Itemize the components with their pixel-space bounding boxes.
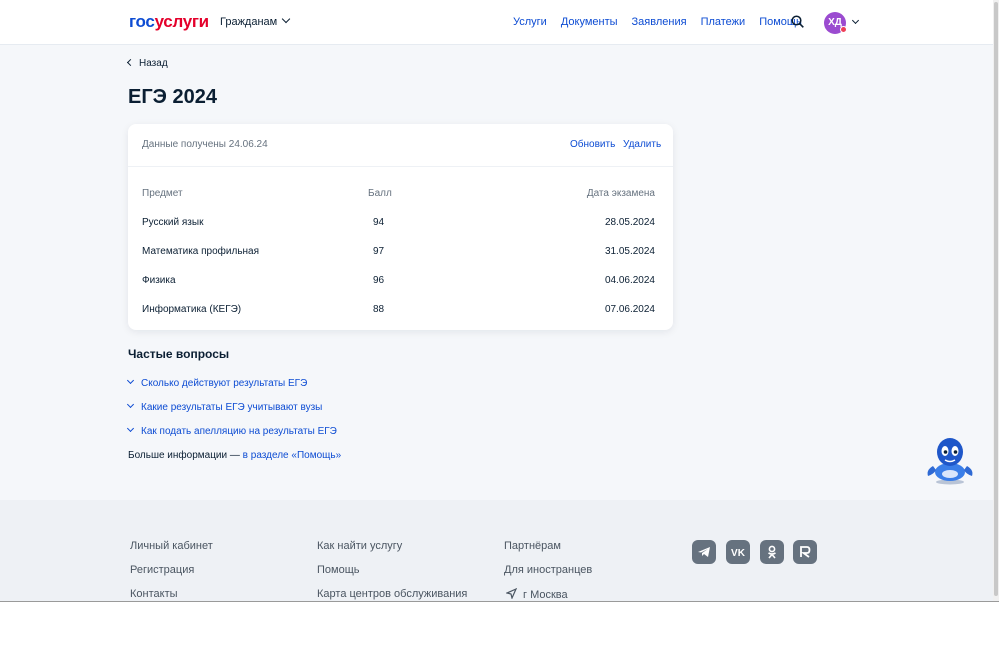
faq-title: Частые вопросы xyxy=(128,347,230,361)
faq-item[interactable]: Сколько действуют результаты ЕГЭ xyxy=(126,376,308,389)
location-arrow-icon xyxy=(505,587,518,600)
vertical-scrollbar[interactable] xyxy=(993,0,999,601)
chevron-left-icon xyxy=(126,58,135,67)
faq-question: Какие результаты ЕГЭ учитывают вузы xyxy=(141,402,323,413)
footer-link-service-centers-map[interactable]: Карта центров обслуживания xyxy=(317,588,467,600)
nav-services[interactable]: Услуги xyxy=(513,16,547,28)
more-info-text: Больше информации — в разделе «Помощь» xyxy=(128,450,341,461)
footer-link-cabinet[interactable]: Личный кабинет xyxy=(130,540,213,552)
logo-part-gos: гос xyxy=(129,12,155,31)
column-header-subject: Предмет xyxy=(142,188,183,199)
user-avatar[interactable]: ХД xyxy=(824,12,847,34)
faq-question: Сколько действуют результаты ЕГЭ xyxy=(141,378,308,389)
table-row-subject: Информатика (КЕГЭ) xyxy=(142,304,242,315)
telegram-icon[interactable] xyxy=(692,540,716,564)
table-row-date: 28.05.2024 xyxy=(604,217,655,228)
table-row-score: 88 xyxy=(373,304,385,315)
notification-dot xyxy=(840,26,847,33)
footer-link-registration[interactable]: Регистрация xyxy=(130,564,194,576)
exam-results-card: Данные получены 24.06.24 Обновить Удалит… xyxy=(128,124,673,330)
chevron-down-icon xyxy=(126,400,135,409)
more-info-prefix: Больше информации — xyxy=(128,450,243,461)
location-selector[interactable]: г Москва xyxy=(505,587,568,601)
nav-documents[interactable]: Документы xyxy=(561,16,618,28)
browser-viewport: госуслуги Гражданам Услуги Документы Заявл… xyxy=(0,0,993,601)
table-row-score: 97 xyxy=(373,246,385,257)
delete-button[interactable]: Удалить xyxy=(623,139,661,150)
table-row-subject: Математика профильная xyxy=(142,246,260,257)
page-title: ЕГЭ 2024 xyxy=(128,86,217,108)
footer-link-contacts[interactable]: Контакты xyxy=(130,588,178,600)
footer-link-partners[interactable]: Партнёрам xyxy=(504,540,561,552)
chevron-down-icon xyxy=(281,14,291,24)
site-header: госуслуги Гражданам Услуги Документы Заявл… xyxy=(0,0,993,45)
svg-text:VK: VK xyxy=(731,548,746,559)
back-label: Назад xyxy=(139,58,168,69)
role-selector[interactable]: Гражданам xyxy=(220,14,291,28)
role-selector-label: Гражданам xyxy=(220,16,278,28)
blank-area xyxy=(0,601,999,647)
refresh-button[interactable]: Обновить xyxy=(570,139,615,150)
column-header-date: Дата экзамена xyxy=(586,188,655,199)
location-label: г Москва xyxy=(523,589,568,601)
nav-payments[interactable]: Платежи xyxy=(701,16,746,28)
main-nav: Услуги Документы Заявления Платежи Помощь xyxy=(513,16,816,28)
chevron-down-icon xyxy=(126,424,135,433)
table-row-score: 94 xyxy=(373,217,385,228)
faq-item[interactable]: Как подать апелляцию на результаты ЕГЭ xyxy=(126,424,337,437)
chevron-down-icon xyxy=(126,376,135,385)
data-received-text: Данные получены 24.06.24 xyxy=(142,139,268,150)
scrollbar-thumb[interactable] xyxy=(994,2,998,596)
robot-assistant-icon[interactable] xyxy=(924,434,976,486)
site-footer: Личный кабинет Регистрация Контакты Как … xyxy=(0,500,993,601)
table-row-date: 04.06.2024 xyxy=(604,275,655,286)
divider xyxy=(128,166,673,167)
rutube-icon[interactable] xyxy=(793,540,817,564)
vk-icon[interactable]: VK xyxy=(726,540,750,564)
search-icon[interactable] xyxy=(791,15,804,28)
table-row-subject: Русский язык xyxy=(142,217,204,228)
footer-link-help[interactable]: Помощь xyxy=(317,564,360,576)
table-row-date: 07.06.2024 xyxy=(604,304,655,315)
faq-item[interactable]: Какие результаты ЕГЭ учитывают вузы xyxy=(126,400,323,413)
footer-link-foreigners[interactable]: Для иностранцев xyxy=(504,564,592,576)
help-section-link[interactable]: в разделе «Помощь» xyxy=(243,450,341,461)
table-row-subject: Физика xyxy=(142,275,176,286)
back-link[interactable]: Назад xyxy=(126,58,168,69)
nav-applications[interactable]: Заявления xyxy=(632,16,687,28)
column-header-score: Балл xyxy=(368,188,392,199)
faq-question: Как подать апелляцию на результаты ЕГЭ xyxy=(141,426,337,437)
odnoklassniki-icon[interactable] xyxy=(760,540,784,564)
footer-link-find-service[interactable]: Как найти услугу xyxy=(317,540,402,552)
chevron-down-icon[interactable] xyxy=(851,16,860,25)
gosuslugi-logo[interactable]: госуслуги xyxy=(129,12,209,32)
logo-part-uslugi: услуги xyxy=(154,12,210,31)
table-row-score: 96 xyxy=(373,275,385,286)
table-row-date: 31.05.2024 xyxy=(604,246,655,257)
